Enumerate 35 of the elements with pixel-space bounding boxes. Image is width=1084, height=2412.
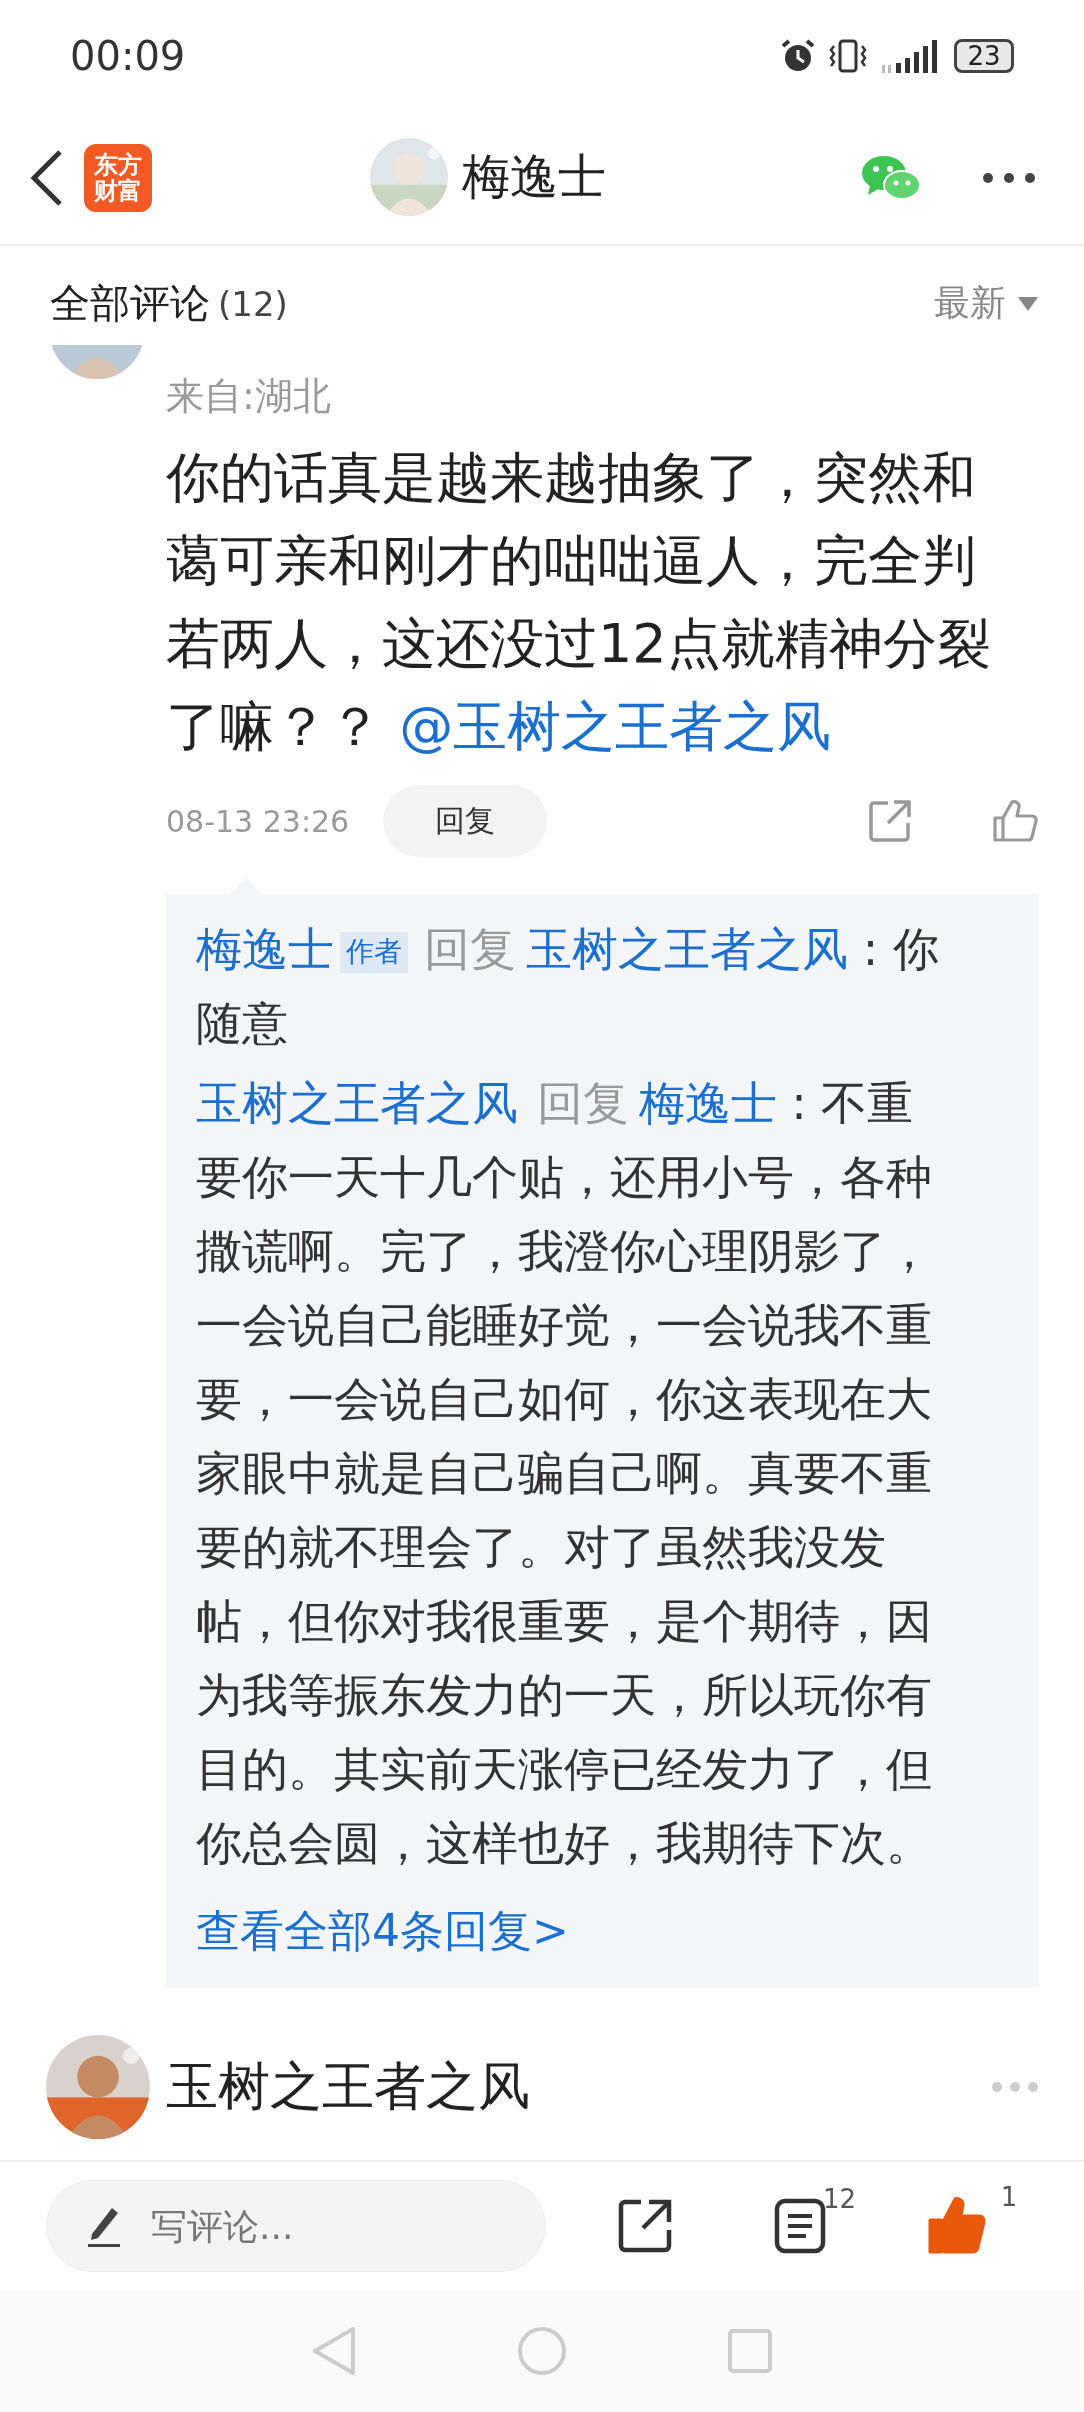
mention-link[interactable]: @玉树之王者之风 xyxy=(399,695,832,758)
battery-level: 23 xyxy=(954,39,1014,73)
sort-dropdown[interactable]: 最新 xyxy=(934,279,1006,328)
home-icon[interactable] xyxy=(517,2326,567,2376)
comment-input[interactable]: 写评论... xyxy=(46,2180,546,2272)
app-logo: 东方 财富 xyxy=(84,144,152,212)
comment-text: 你的话真是越来越抽象了，突然和蔼可亲和刚才的咄咄逼人，完全判若两人，这还没过12点就精神分裂了嘛？？ @玉树之王者之风 xyxy=(166,445,992,760)
thumbs-up-icon[interactable] xyxy=(927,2196,988,2256)
reply-button[interactable]: 回复 xyxy=(383,785,548,857)
more-icon[interactable] xyxy=(982,172,1036,184)
user-link[interactable]: 玉树之王者之风 xyxy=(196,1076,518,1130)
comment-count-label: 12 xyxy=(822,2184,856,2214)
view-all-replies-link[interactable]: 查看全部4条回复> xyxy=(196,1902,569,1961)
vibrate-icon xyxy=(828,38,868,74)
like-count: 1 xyxy=(1000,2182,1018,2212)
user-link[interactable]: 梅逸士 xyxy=(196,922,334,976)
reply-text: 梅逸士 作者 回复 玉树之王者之风 : 你随意 xyxy=(196,921,940,1052)
recents-icon[interactable] xyxy=(727,2328,773,2374)
author-badge: 作者 xyxy=(340,932,408,973)
comment-author[interactable]: 玉树之王者之风 xyxy=(166,2052,530,2122)
location-text: 来自:湖北 xyxy=(166,373,332,420)
user-link[interactable]: 梅逸士 xyxy=(638,1076,777,1130)
user-link[interactable]: 玉树之王者之风 xyxy=(526,922,848,976)
back-icon[interactable] xyxy=(28,149,64,207)
comment-count: (12) xyxy=(218,283,288,324)
comments-icon[interactable] xyxy=(774,2198,826,2254)
comment-time: 08-13 23:26 xyxy=(166,803,350,839)
alarm-icon xyxy=(780,38,816,74)
thumbs-up-icon[interactable] xyxy=(992,799,1038,843)
caret-icon[interactable] xyxy=(1018,296,1038,311)
status-time: 00:09 xyxy=(70,33,186,79)
reply-text: 玉树之王者之风 回复 梅逸士 : 不重要你一天十几个贴，还用小号，各种撒谎啊。完了，我澄你心理阴影了，一会说自己能睡好觉，一会说我不重要，一会说自己如何，你这表现在大家眼中就是自己骗自己啊。真要不重要的就不理会了。对了虽然我没发帖，但你对我很重要，是个期待，因为我等振东发力的一天，所以玩你有目的。其实前天涨停已经发力了，但你总会圆，这样也好，我期待下次。 xyxy=(196,1075,933,1872)
share-icon[interactable] xyxy=(616,2198,673,2254)
page-title: 梅逸士 xyxy=(462,147,606,206)
section-title: 全部评论 xyxy=(50,279,210,328)
